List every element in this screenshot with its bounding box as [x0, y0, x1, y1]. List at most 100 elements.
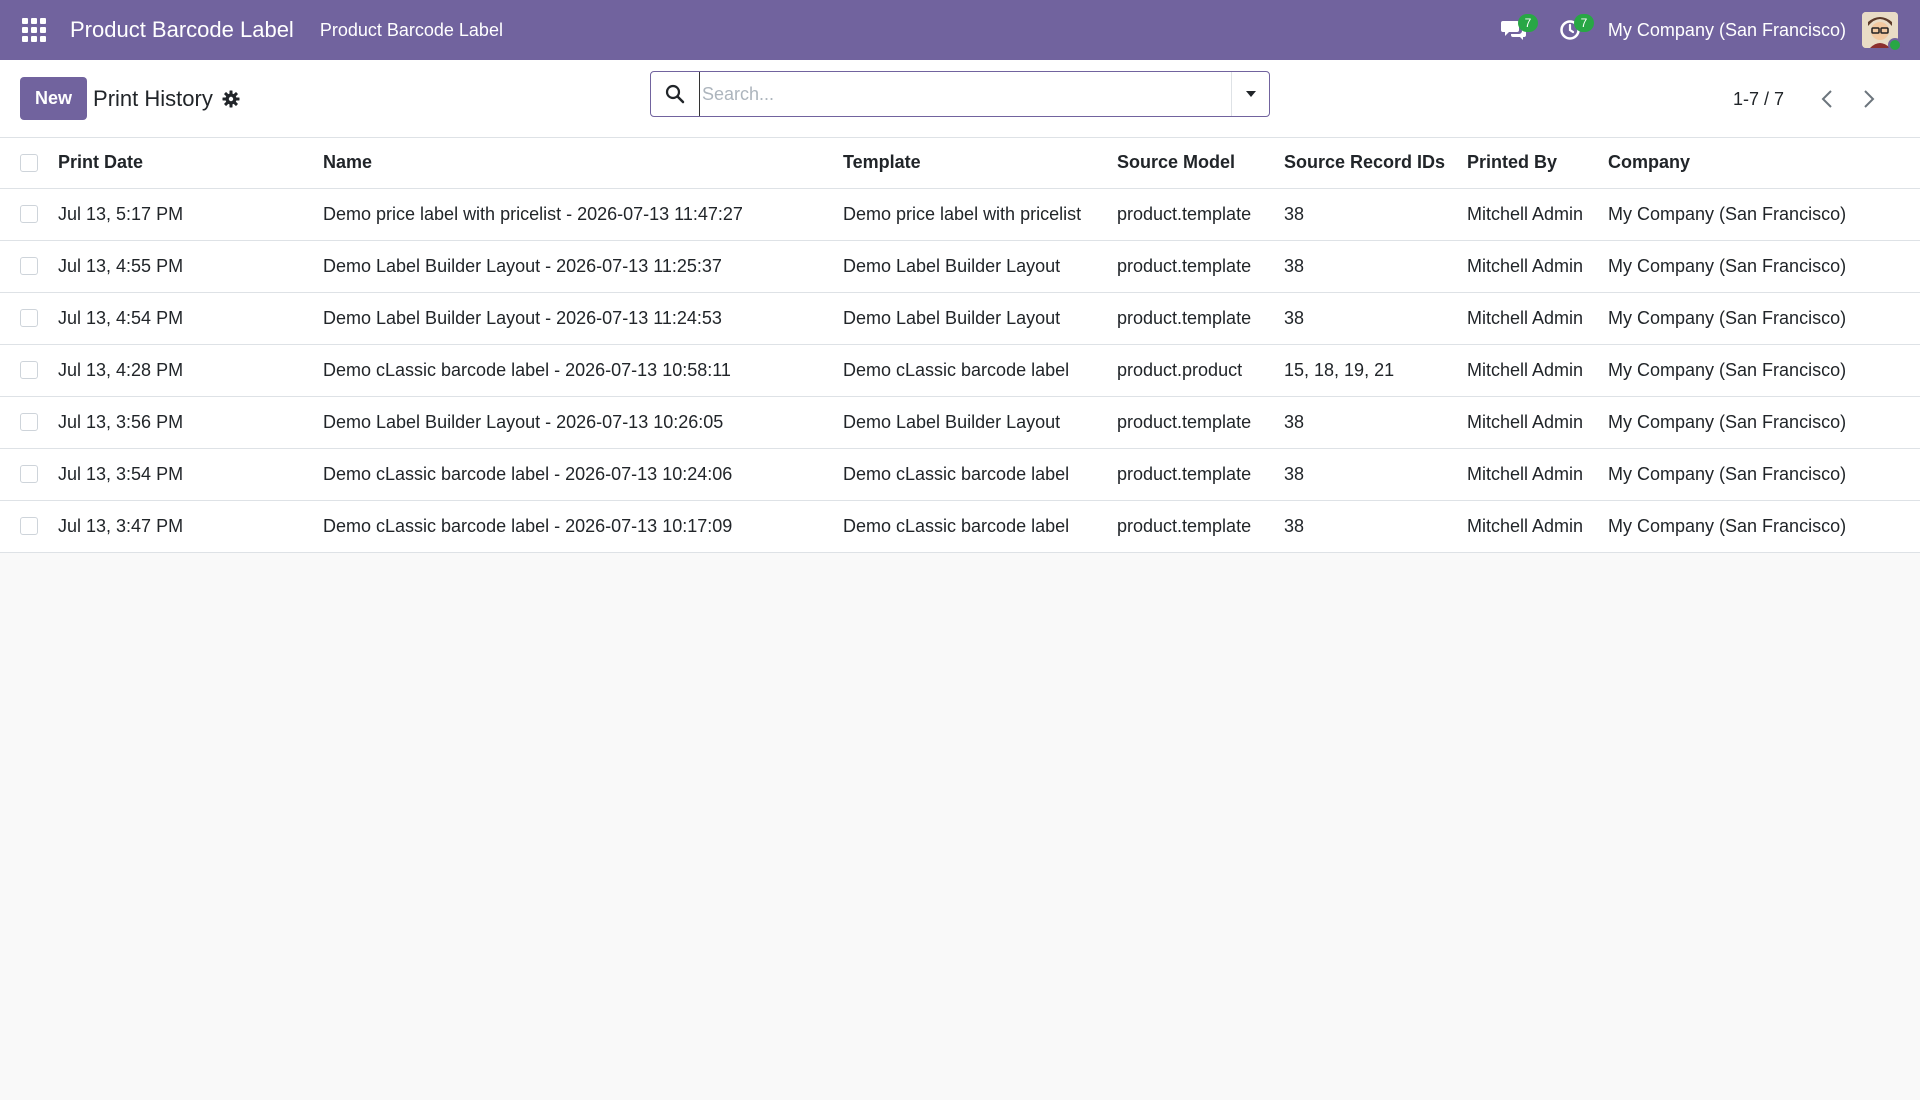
row-checkbox[interactable]: [20, 309, 38, 327]
row-select-cell: [0, 188, 50, 241]
table-cell: Jul 13, 4:54 PM: [50, 292, 315, 345]
activities-button[interactable]: 7: [1542, 0, 1598, 60]
table-row[interactable]: Jul 13, 3:54 PM Demo cLassic barcode labe…: [0, 448, 1920, 501]
messages-badge: 7: [1517, 14, 1538, 32]
user-avatar[interactable]: [1862, 12, 1902, 52]
gear-icon[interactable]: [222, 90, 240, 108]
select-all-checkbox[interactable]: [20, 153, 38, 172]
select-all-cell: [0, 138, 50, 189]
table-cell: 15, 18, 19, 21: [1276, 344, 1459, 397]
table-cell: Mitchell Admin: [1459, 188, 1600, 241]
search-bar: [650, 71, 1270, 117]
company-switcher[interactable]: My Company (San Francisco): [1608, 20, 1846, 41]
column-header[interactable]: Name: [315, 138, 835, 189]
table-cell: product.template: [1109, 240, 1276, 293]
table-cell: 38: [1276, 188, 1459, 241]
row-select-cell: [0, 292, 50, 345]
row-checkbox[interactable]: [20, 465, 38, 483]
table-cell: Demo price label with pricelist - 2026-0…: [315, 188, 835, 241]
table-row[interactable]: Jul 13, 3:47 PM Demo cLassic barcode labe…: [0, 500, 1920, 553]
table-cell: Demo Label Builder Layout - 2026-07-13 1…: [315, 240, 835, 293]
table-row[interactable]: Jul 13, 4:55 PM Demo Label Builder Layout…: [0, 240, 1920, 293]
breadcrumb: Print History: [93, 85, 213, 111]
table-cell: Jul 13, 5:17 PM: [50, 188, 315, 241]
table-cell: My Company (San Francisco): [1600, 240, 1920, 293]
table-cell: Demo Label Builder Layout - 2026-07-13 1…: [315, 292, 835, 345]
table-header-row: Print Date Name Template Source Model So…: [0, 138, 1920, 189]
table-cell: Demo cLassic barcode label - 2026-07-13 …: [315, 448, 835, 501]
table-cell: Jul 13, 3:56 PM: [50, 396, 315, 449]
table-row[interactable]: Jul 13, 3:56 PM Demo Label Builder Layout…: [0, 396, 1920, 449]
table-cell: Demo cLassic barcode label: [835, 344, 1109, 397]
table-cell: Demo cLassic barcode label: [835, 500, 1109, 553]
systray: 7 7 My Company (San Francisco): [1486, 0, 1920, 60]
table-row[interactable]: Jul 13, 4:28 PM Demo cLassic barcode labe…: [0, 344, 1920, 397]
table-cell: 38: [1276, 292, 1459, 345]
menu-item-product-barcode-label[interactable]: Product Barcode Label: [320, 20, 503, 41]
pager-previous-button[interactable]: [1806, 79, 1848, 119]
app-title[interactable]: Product Barcode Label: [70, 17, 294, 43]
row-checkbox[interactable]: [20, 205, 38, 223]
column-header[interactable]: Template: [835, 138, 1109, 189]
table-cell: Demo cLassic barcode label - 2026-07-13 …: [315, 344, 835, 397]
row-select-cell: [0, 240, 50, 293]
apps-grid-icon[interactable]: [20, 16, 48, 44]
column-header[interactable]: Printed By: [1459, 138, 1600, 189]
column-header[interactable]: Source Model: [1109, 138, 1276, 189]
row-checkbox[interactable]: [20, 257, 38, 275]
search-icon: [651, 84, 699, 104]
table-cell: Jul 13, 3:54 PM: [50, 448, 315, 501]
table-row[interactable]: Jul 13, 5:17 PM Demo price label with pri…: [0, 188, 1920, 241]
row-select-cell: [0, 344, 50, 397]
messages-button[interactable]: 7: [1486, 0, 1542, 60]
top-navbar: Product Barcode Label Product Barcode La…: [0, 0, 1920, 60]
table-cell: product.product: [1109, 344, 1276, 397]
table-cell: product.template: [1109, 292, 1276, 345]
caret-down-icon: [1245, 91, 1256, 97]
table-cell: product.template: [1109, 500, 1276, 553]
table-cell: Jul 13, 4:55 PM: [50, 240, 315, 293]
table-cell: product.template: [1109, 188, 1276, 241]
column-header[interactable]: Company: [1600, 138, 1920, 189]
chevron-left-icon: [1821, 90, 1832, 108]
table-cell: Demo Label Builder Layout: [835, 396, 1109, 449]
pager-next-button[interactable]: [1848, 79, 1890, 119]
row-checkbox[interactable]: [20, 413, 38, 431]
table-cell: Demo cLassic barcode label - 2026-07-13 …: [315, 500, 835, 553]
pager-value[interactable]: 1-7 / 7: [1733, 89, 1784, 110]
search-input[interactable]: [699, 72, 1231, 116]
table-cell: Mitchell Admin: [1459, 292, 1600, 345]
table-cell: Mitchell Admin: [1459, 396, 1600, 449]
new-button[interactable]: New: [20, 77, 88, 120]
table-body: Jul 13, 5:17 PM Demo price label with pri…: [0, 188, 1920, 553]
column-header[interactable]: Print Date: [50, 138, 315, 189]
pager: 1-7 / 7: [1733, 60, 1890, 138]
table-cell: My Company (San Francisco): [1600, 500, 1920, 553]
table-cell: product.template: [1109, 448, 1276, 501]
table-cell: product.template: [1109, 396, 1276, 449]
chevron-right-icon: [1864, 90, 1875, 108]
table-cell: 38: [1276, 500, 1459, 553]
control-panel: New Print History Search... 1-7 / 7: [0, 60, 1920, 138]
row-select-cell: [0, 448, 50, 501]
table-cell: Mitchell Admin: [1459, 500, 1600, 553]
table-row[interactable]: Jul 13, 4:54 PM Demo Label Builder Layout…: [0, 292, 1920, 345]
table-cell: My Company (San Francisco): [1600, 396, 1920, 449]
table-cell: 38: [1276, 448, 1459, 501]
table-cell: Mitchell Admin: [1459, 448, 1600, 501]
table-cell: My Company (San Francisco): [1600, 344, 1920, 397]
table-cell: Jul 13, 4:28 PM: [50, 344, 315, 397]
row-checkbox[interactable]: [20, 517, 38, 535]
table-cell: Demo price label with pricelist: [835, 188, 1109, 241]
table-cell: Jul 13, 3:47 PM: [50, 500, 315, 553]
table-cell: My Company (San Francisco): [1600, 448, 1920, 501]
table-cell: Mitchell Admin: [1459, 240, 1600, 293]
row-checkbox[interactable]: [20, 361, 38, 379]
table-cell: 38: [1276, 396, 1459, 449]
row-select-cell: [0, 500, 50, 553]
table-cell: Demo cLassic barcode label: [835, 448, 1109, 501]
search-options-toggle[interactable]: [1231, 72, 1269, 116]
table-cell: Demo Label Builder Layout - 2026-07-13 1…: [315, 396, 835, 449]
table-cell: My Company (San Francisco): [1600, 188, 1920, 241]
column-header[interactable]: Source Record IDs: [1276, 138, 1459, 189]
